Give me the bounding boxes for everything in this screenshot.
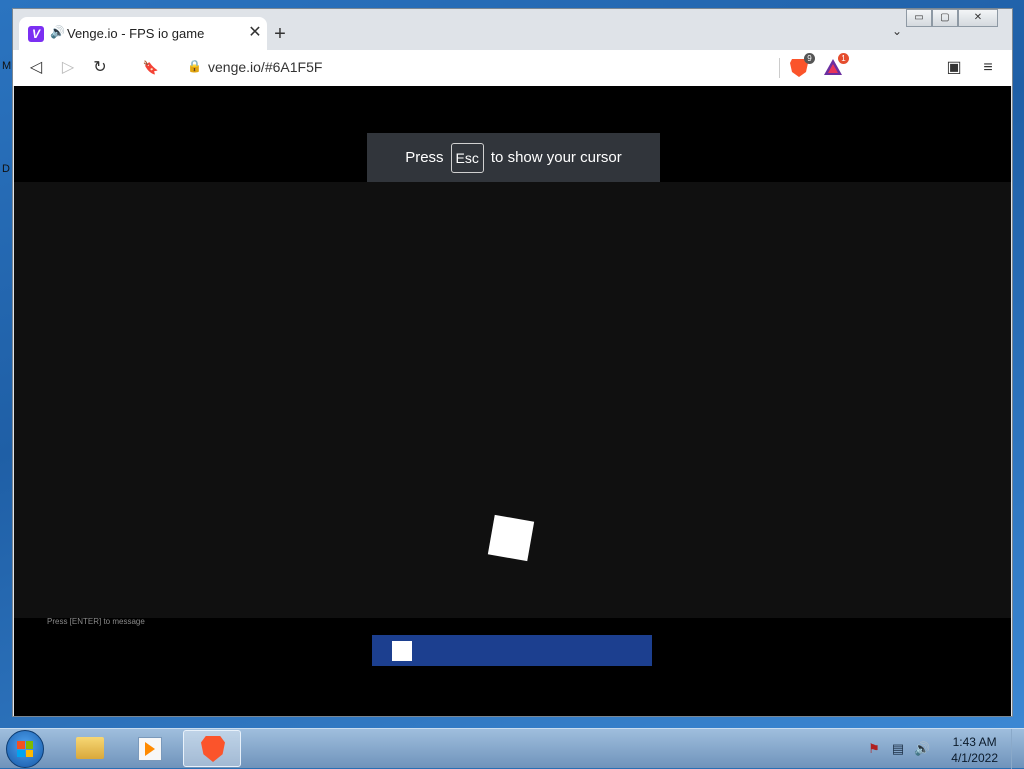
browser-window: V 🔊 Venge.io - FPS io game ✕ + ⌄ ▭ ▢ ✕ ◁… — [12, 8, 1013, 717]
address-bar[interactable]: 🔒 venge.io/#6A1F5F — [177, 54, 367, 82]
desktop-icon-label[interactable]: D — [2, 163, 10, 175]
windows-logo-icon — [17, 741, 33, 757]
tab-strip: V 🔊 Venge.io - FPS io game ✕ + ⌄ ▭ ▢ ✕ — [13, 9, 1012, 50]
shields-count-badge: 9 — [804, 53, 815, 64]
esc-key-badge: Esc — [450, 142, 484, 173]
brave-rewards-icon[interactable]: 1 — [822, 53, 849, 78]
taskbar-explorer[interactable] — [60, 730, 118, 767]
menu-icon[interactable]: ≡ — [976, 56, 1000, 80]
url-text[interactable]: venge.io/#6A1F5F — [208, 59, 322, 75]
reload-button[interactable]: ↻ — [88, 56, 112, 80]
media-player-icon — [138, 737, 162, 761]
maximize-button[interactable]: ▢ — [931, 9, 958, 27]
system-clock[interactable]: 1:43 AM 4/1/2022 — [951, 734, 998, 766]
forward-button[interactable]: ▷ — [56, 56, 80, 80]
brave-lion-icon — [201, 736, 225, 762]
wallet-icon[interactable]: ▣ — [942, 56, 966, 80]
tab-title: Venge.io - FPS io game — [67, 26, 205, 41]
chat-hint-text: Press [ENTER] to message — [47, 617, 145, 626]
browser-toolbar: ◁ ▷ ↻ 🔖 🔒 venge.io/#6A1F5F 9 1 ▣ ≡ — [13, 50, 1012, 86]
network-icon[interactable]: ▤ — [890, 741, 906, 757]
start-button[interactable] — [6, 730, 44, 768]
venge-favicon-icon: V — [28, 26, 44, 42]
bookmark-icon[interactable]: 🔖 — [139, 56, 163, 80]
clock-date: 4/1/2022 — [951, 751, 998, 765]
window-controls: ▭ ▢ ✕ — [906, 9, 998, 29]
volume-icon[interactable]: 🔊 — [914, 741, 930, 757]
back-button[interactable]: ◁ — [24, 56, 48, 80]
action-center-flag-icon[interactable]: ⚑ — [866, 741, 882, 757]
close-window-button[interactable]: ✕ — [957, 9, 998, 27]
show-desktop-button[interactable] — [1011, 729, 1024, 769]
clock-time: 1:43 AM — [952, 735, 997, 749]
loading-bar — [372, 635, 652, 666]
lock-icon[interactable]: 🔒 — [187, 59, 202, 73]
folder-icon — [76, 737, 104, 759]
tab-close-icon[interactable]: ✕ — [245, 23, 265, 43]
audio-playing-icon[interactable]: 🔊 — [50, 25, 65, 39]
minimize-button[interactable]: ▭ — [906, 9, 932, 27]
brave-shields-icon[interactable]: 9 — [788, 53, 815, 78]
tab-venge[interactable]: V 🔊 Venge.io - FPS io game ✕ — [19, 17, 267, 50]
new-tab-button[interactable]: + — [269, 23, 291, 45]
loading-bar-indicator — [392, 641, 412, 661]
page-viewport[interactable]: Press [ENTER] to message Press Esc to sh… — [14, 86, 1011, 716]
fullscreen-cursor-toast: Press Esc to show your cursor — [367, 133, 660, 182]
toolbar-divider — [779, 58, 780, 78]
toast-suffix: to show your cursor — [490, 149, 622, 166]
rewards-count-badge: 1 — [838, 53, 849, 64]
taskbar-media-player[interactable] — [120, 730, 178, 767]
taskbar: ⚑ ▤ 🔊 1:43 AM 4/1/2022 — [0, 728, 1024, 769]
loading-spinner-square — [487, 514, 535, 562]
taskbar-brave[interactable] — [183, 730, 241, 767]
desktop-icon-label[interactable]: M — [2, 60, 11, 72]
tab-search-chevron-icon[interactable]: ⌄ — [892, 24, 902, 38]
toast-prefix: Press — [405, 149, 444, 166]
